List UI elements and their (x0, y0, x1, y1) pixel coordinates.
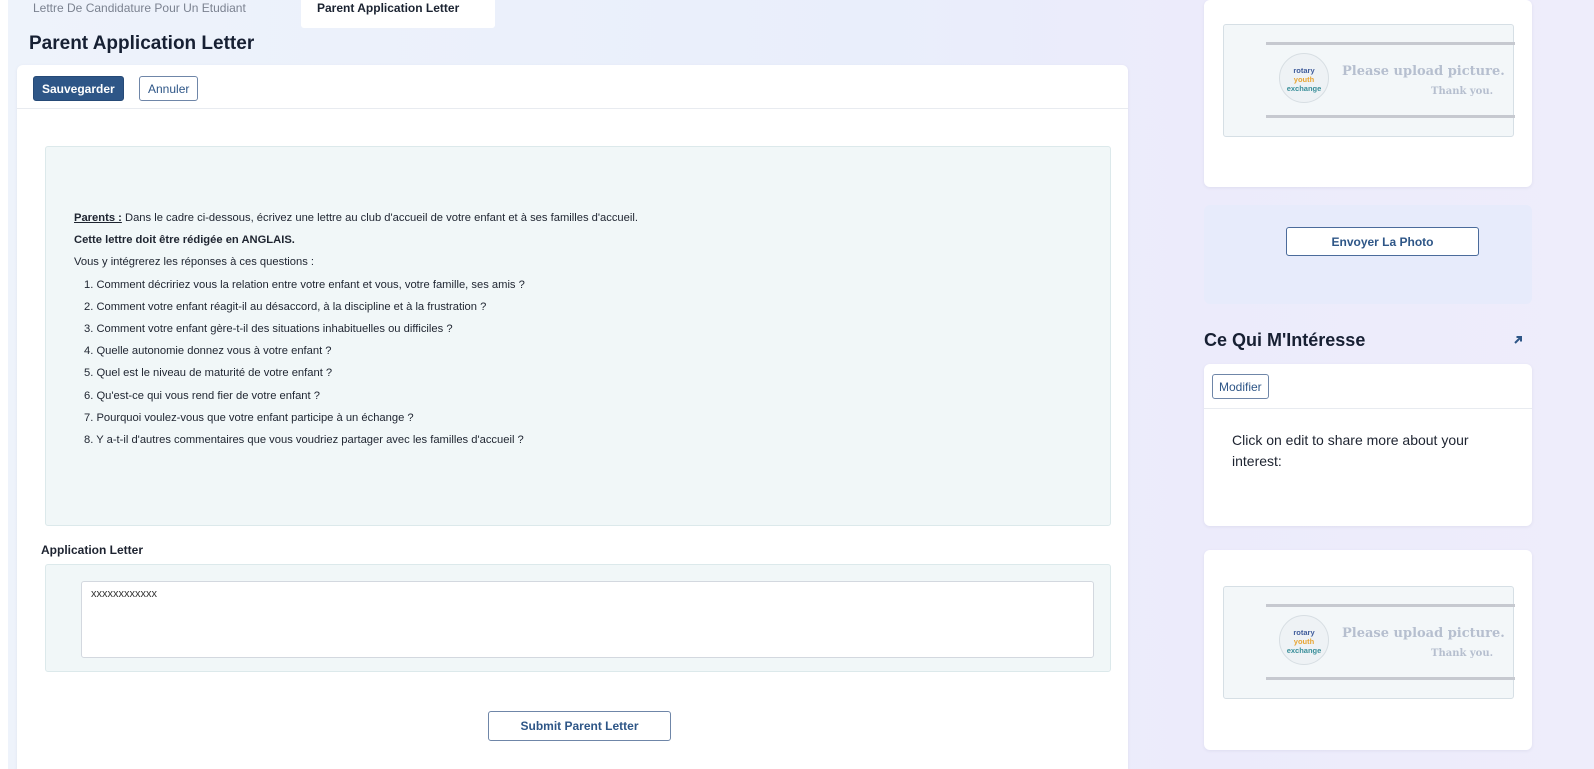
rotary-logo-icon: rotary youth exchange (1279, 53, 1329, 103)
question-item: 5. Quel est le niveau de maturité de vot… (84, 367, 333, 380)
photo-card-bottom: rotary youth exchange Please upload pict… (1204, 550, 1532, 750)
left-edge (0, 0, 8, 769)
save-button[interactable]: Sauvegarder (33, 76, 124, 101)
instructions-panel: Parents : Dans le cadre ci-dessous, écri… (45, 146, 1111, 526)
page-title: Parent Application Letter (29, 33, 255, 54)
placeholder-text: Please upload picture. (1342, 64, 1505, 79)
upload-card: Envoyer La Photo (1204, 205, 1532, 304)
application-letter-panel: xxxxxxxxxxxx (45, 564, 1111, 672)
application-letter-textarea[interactable]: xxxxxxxxxxxx (81, 581, 1094, 658)
rotary-logo-icon: rotary youth exchange (1279, 615, 1329, 665)
interests-toolbar: Modifier (1204, 364, 1532, 409)
interests-text: Click on edit to share more about your i… (1232, 432, 1469, 469)
questions-intro: Vous y intégrerez les réponses à ces que… (74, 256, 315, 269)
cancel-button[interactable]: Annuler (139, 76, 199, 101)
intro-text: Dans le cadre ci-dessous, écrivez une le… (121, 212, 638, 224)
question-item: 2. Comment votre enfant réagit-il au dés… (84, 300, 487, 313)
tab-bar: Lettre De Candidature Pour Un Etudiant P… (17, 0, 495, 28)
parents-label: Parents : (74, 212, 122, 224)
submit-parent-letter-button[interactable]: Submit Parent Letter (488, 711, 671, 741)
photo-placeholder: rotary youth exchange Please upload pict… (1223, 586, 1515, 699)
question-item: 8. Y a-t-il d'autres commentaires que vo… (84, 434, 524, 447)
question-item: 7. Pourquoi voulez-vous que votre enfant… (84, 411, 414, 424)
photo-card-top: rotary youth exchange Please upload pict… (1204, 0, 1532, 187)
questions-list: 1. Comment décririez vous la relation en… (74, 274, 1082, 452)
placeholder-text: Please upload picture. (1342, 626, 1505, 641)
letter-card: Sauvegarder Annuler Parents : Dans le ca… (17, 65, 1128, 769)
letter-toolbar: Sauvegarder Annuler (17, 65, 1128, 109)
question-item: 6. Qu'est-ce qui vous rend fier de votre… (84, 389, 320, 402)
instructions-intro: Parents : Dans le cadre ci-dessous, écri… (74, 207, 1082, 229)
placeholder-thanks: Thank you. (1431, 86, 1494, 97)
english-note: Cette lettre doit être rédigée en ANGLAI… (74, 234, 295, 247)
interests-title: Ce Qui M'Intéresse (1204, 330, 1366, 350)
photo-placeholder: rotary youth exchange Please upload pict… (1223, 24, 1515, 137)
question-item: 4. Quelle autonomie donnez vous à votre … (84, 345, 332, 358)
question-item: 3. Comment votre enfant gère-t-il des si… (84, 323, 453, 336)
expand-arrow-icon[interactable] (1512, 334, 1524, 346)
upload-photo-button[interactable]: Envoyer La Photo (1286, 227, 1479, 256)
question-item: 1. Comment décririez vous la relation en… (84, 278, 525, 291)
tab-parent-letter[interactable]: Parent Application Letter (301, 0, 495, 28)
application-letter-label: Application Letter (41, 543, 144, 557)
tab-student-letter[interactable]: Lettre De Candidature Pour Un Etudiant (17, 0, 301, 28)
modify-interests-button[interactable]: Modifier (1212, 374, 1269, 399)
interests-card: Modifier Click on edit to share more abo… (1204, 364, 1532, 526)
placeholder-thanks: Thank you. (1431, 648, 1494, 659)
